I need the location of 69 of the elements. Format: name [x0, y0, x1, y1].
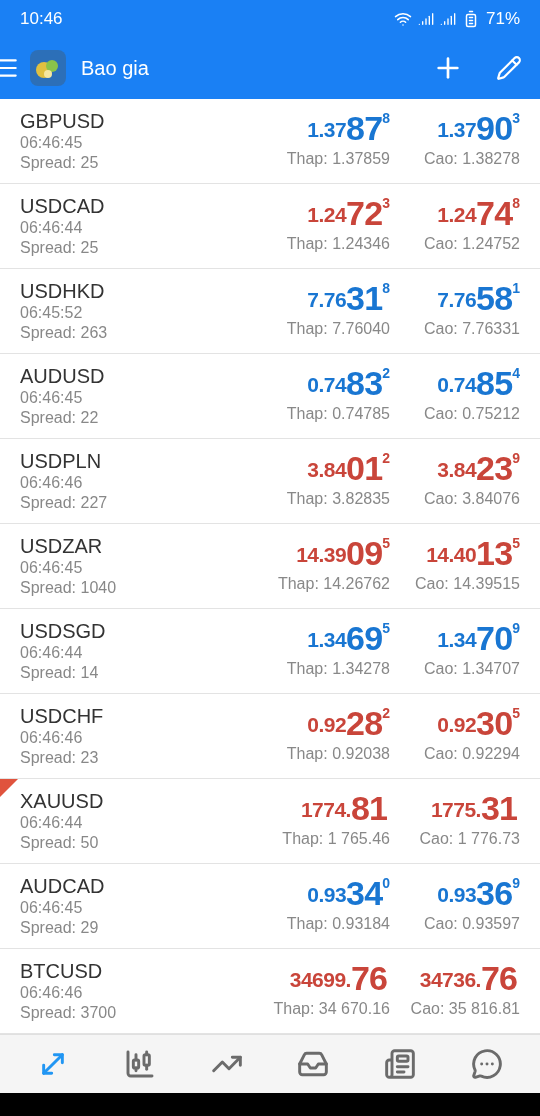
- spread-text: Spread: 3700: [20, 1003, 117, 1023]
- low-price: Thap: 1.34278: [286, 659, 390, 679]
- quote-time: 06:46:46: [20, 473, 84, 493]
- ask-price: 34736.76: [419, 961, 518, 995]
- low-price: Thap: 0.92038: [286, 744, 390, 764]
- high-price: Cao: 14.39515: [415, 574, 520, 594]
- symbol-name: USDZAR: [20, 534, 104, 558]
- symbol-name: USDSGD: [20, 619, 106, 643]
- quote-time: 06:46:44: [20, 813, 84, 833]
- high-price: Cao: 0.75212: [423, 404, 520, 424]
- symbol-name: USDCAD: [20, 194, 105, 218]
- high-price: Cao: 3.84076: [423, 489, 520, 509]
- spread-text: Spread: 25: [20, 153, 100, 173]
- spread-text: Spread: 29: [20, 918, 100, 938]
- bid-price: 34699.76: [289, 961, 388, 995]
- quote-time: 06:46:44: [20, 643, 84, 663]
- signal-icon: [439, 10, 456, 27]
- high-price: Cao: 1.38278: [423, 149, 520, 169]
- ask-price: 1775.31: [430, 791, 518, 825]
- page-title: Bao gia: [81, 56, 149, 81]
- high-price: Cao: 1.24752: [423, 234, 520, 254]
- spread-text: Spread: 263: [20, 323, 108, 343]
- quote-time: 06:46:45: [20, 558, 84, 578]
- quote-time: 06:46:45: [20, 388, 84, 408]
- high-price: Cao: 35 816.81: [410, 999, 520, 1019]
- high-price: Cao: 7.76331: [423, 319, 520, 339]
- spread-text: Spread: 25: [20, 238, 100, 258]
- low-price: Thap: 3.82835: [286, 489, 390, 509]
- battery-level: 71%: [485, 7, 520, 30]
- quote-time: 06:46:45: [20, 133, 84, 153]
- spread-text: Spread: 22: [20, 408, 100, 428]
- low-price: Thap: 34 670.16: [273, 999, 390, 1019]
- quote-row[interactable]: XAUUSD 06:46:44 Spread: 50 1774.81 Thap: 1 765.46 1775.31 Cao: 1 776.73: [0, 779, 540, 864]
- symbol-name: USDPLN: [20, 449, 103, 473]
- symbol-name: USDCHF: [20, 704, 104, 728]
- symbol-name: AUDUSD: [20, 364, 105, 388]
- symbol-name: USDHKD: [20, 279, 106, 303]
- bid-price: 1774.81: [300, 791, 388, 825]
- high-price: Cao: 1 776.73: [419, 829, 520, 849]
- quote-time: 06:46:45: [20, 898, 84, 918]
- high-price: Cao: 1.34707: [423, 659, 520, 679]
- high-price: Cao: 0.93597: [423, 914, 520, 934]
- spread-text: Spread: 14: [20, 663, 100, 683]
- chat-icon: [470, 1048, 503, 1081]
- spread-text: Spread: 23: [20, 748, 100, 768]
- status-time: 10:46: [20, 7, 63, 30]
- spread-text: Spread: 50: [20, 833, 100, 853]
- newspaper-icon: [383, 1048, 416, 1081]
- quote-time: 06:45:52: [20, 303, 84, 323]
- low-price: Thap: 0.93184: [286, 914, 390, 934]
- high-price: Cao: 0.92294: [423, 744, 520, 764]
- spread-text: Spread: 1040: [20, 578, 117, 598]
- app-logo-icon: [30, 50, 66, 86]
- pencil-icon: [496, 55, 522, 81]
- low-price: Thap: 1.37859: [286, 149, 390, 169]
- symbol-name: XAUUSD: [20, 789, 104, 813]
- low-price: Thap: 14.26762: [277, 574, 390, 594]
- symbol-name: BTCUSD: [20, 959, 104, 983]
- low-price: Thap: 1 765.46: [282, 829, 390, 849]
- symbol-name: GBPUSD: [20, 109, 105, 133]
- quote-time: 06:46:46: [20, 728, 84, 748]
- spread-text: Spread: 227: [20, 493, 108, 513]
- low-price: Thap: 0.74785: [286, 404, 390, 424]
- signal-icon: [417, 10, 434, 27]
- low-price: Thap: 1.24346: [286, 234, 390, 254]
- quote-time: 06:46:46: [20, 983, 84, 1003]
- low-price: Thap: 7.76040: [286, 319, 390, 339]
- quote-time: 06:46:44: [20, 218, 84, 238]
- symbol-name: AUDCAD: [20, 874, 105, 898]
